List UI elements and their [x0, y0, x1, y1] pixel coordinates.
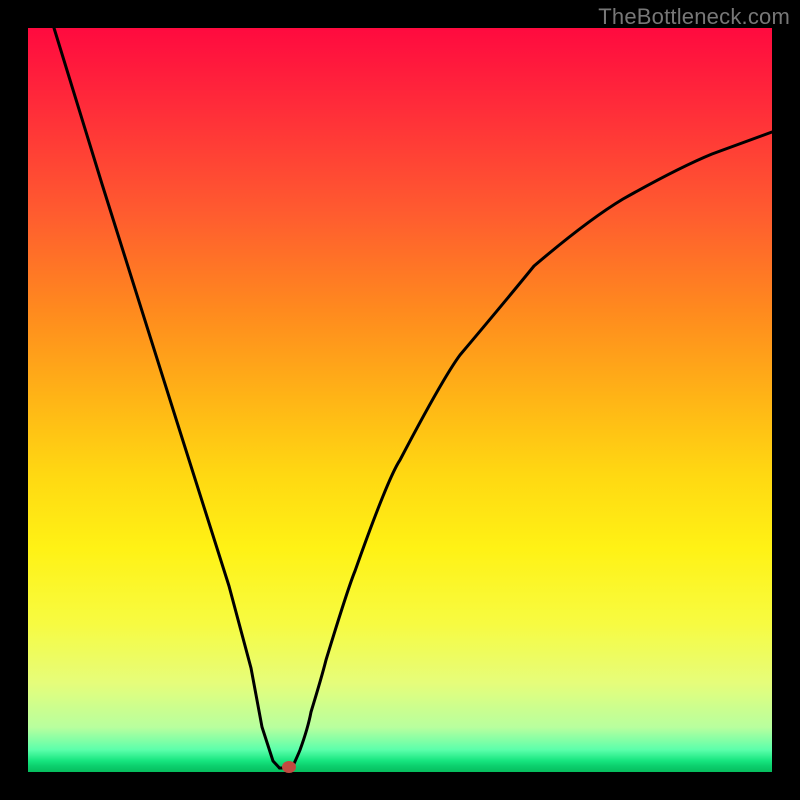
- curve-left: [54, 28, 280, 768]
- watermark-text: TheBottleneck.com: [598, 4, 790, 30]
- optimal-point-marker: [282, 761, 296, 773]
- chart-frame: TheBottleneck.com: [0, 0, 800, 800]
- plot-area: [28, 28, 772, 772]
- curve-right: [292, 132, 772, 768]
- bottleneck-curve: [28, 28, 772, 772]
